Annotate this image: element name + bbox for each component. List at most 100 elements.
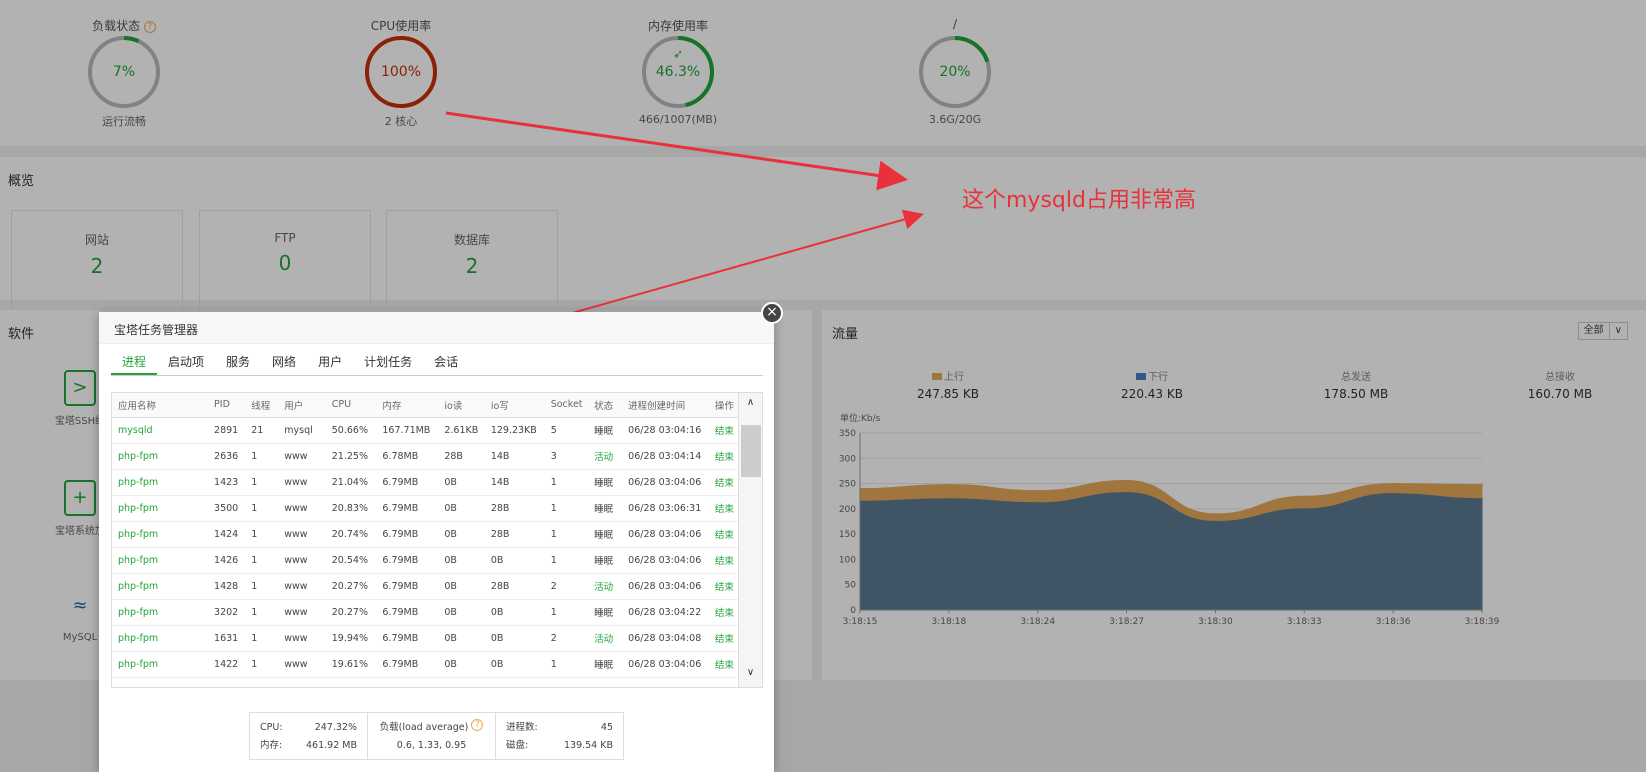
table-cell: www	[278, 521, 326, 548]
end-process-button[interactable]: 结束	[708, 547, 740, 574]
table-cell: 1422	[208, 651, 246, 678]
table-row[interactable]: php-fpm 3202 1 www 20.27% 6.79MB 0B 0B 1 睡眠 06/28 …	[112, 599, 740, 626]
table-cell: 21.25%	[325, 443, 377, 470]
tab-sessions[interactable]: 会话	[423, 346, 469, 375]
table-cell: 1631	[208, 625, 246, 652]
table-cell: 活动	[588, 573, 623, 600]
column-header[interactable]: io读	[438, 393, 485, 418]
table-row[interactable]: php-fpm 1428 1 www 20.27% 6.79MB 0B 28B 2 活动 06/28…	[112, 573, 740, 600]
end-process-button[interactable]: 结束	[708, 651, 740, 678]
table-cell: 1	[245, 573, 279, 600]
table-cell: 1	[544, 651, 589, 678]
table-cell: 1	[245, 651, 279, 678]
dialog-title: 宝塔任务管理器	[99, 312, 774, 344]
end-process-button[interactable]: 结束	[708, 625, 740, 652]
table-cell: 28B	[438, 443, 485, 470]
table-row[interactable]: php-fpm 1424 1 www 20.74% 6.79MB 0B 28B 1 睡眠 06/28…	[112, 521, 740, 548]
end-process-button[interactable]: 结束	[708, 469, 740, 496]
tab-startup[interactable]: 启动项	[157, 346, 215, 375]
tab-users[interactable]: 用户	[307, 346, 353, 375]
process-name[interactable]: mysqld	[112, 417, 209, 444]
column-header[interactable]: CPU	[325, 393, 377, 418]
table-cell: 6.79MB	[376, 651, 439, 678]
table-cell: 活动	[588, 625, 623, 652]
table-scrollbar[interactable]: ∧ ∨	[738, 393, 762, 687]
table-cell: 06/28 03:04:06	[622, 573, 709, 600]
end-process-button[interactable]: 结束	[708, 443, 740, 470]
end-process-button[interactable]: 结束	[708, 599, 740, 626]
column-header[interactable]: PID	[208, 393, 246, 418]
end-process-button[interactable]: 结束	[708, 521, 740, 548]
summary-disk-value: 139.54 KB	[563, 740, 613, 751]
table-cell: 6.79MB	[376, 599, 439, 626]
table-cell: 0B	[438, 625, 485, 652]
chevron-down-icon[interactable]: ∨	[739, 667, 762, 685]
column-header[interactable]: 操作	[708, 393, 740, 418]
table-row[interactable]: php-fpm 2636 1 www 21.25% 6.78MB 28B 14B 3 活动 06/2…	[112, 443, 740, 470]
end-process-button[interactable]: 结束	[708, 417, 740, 444]
summary-proc-label: 进程数:	[506, 722, 538, 733]
table-cell: 5	[544, 417, 589, 444]
table-cell: 50.66%	[325, 417, 377, 444]
process-name[interactable]: php-fpm	[112, 547, 209, 574]
table-cell: 06/28 03:04:14	[622, 443, 709, 470]
close-icon[interactable]: ×	[761, 302, 783, 324]
table-cell: 28B	[484, 521, 545, 548]
end-process-button[interactable]: 结束	[708, 573, 740, 600]
table-row[interactable]: php-fpm 1423 1 www 21.04% 6.79MB 0B 14B 1 睡眠 06/28…	[112, 469, 740, 496]
table-row[interactable]: mysqld 2891 21 mysql 50.66% 167.71MB 2.61KB 129…	[112, 417, 740, 444]
table-cell: 20.74%	[325, 521, 377, 548]
column-header[interactable]: 用户	[278, 393, 326, 418]
table-cell: 20.54%	[325, 547, 377, 574]
column-header[interactable]: 应用名称	[112, 393, 209, 418]
table-row[interactable]: php-fpm 1422 1 www 19.61% 6.79MB 0B 0B 1 睡眠 06/28 …	[112, 651, 740, 678]
tab-cron[interactable]: 计划任务	[353, 346, 423, 375]
process-name[interactable]: php-fpm	[112, 469, 209, 496]
process-name[interactable]: php-fpm	[112, 651, 209, 678]
table-cell: 2636	[208, 443, 246, 470]
process-name[interactable]: php-fpm	[112, 573, 209, 600]
chevron-up-icon[interactable]: ∧	[739, 397, 762, 415]
process-name[interactable]: php-fpm	[112, 443, 209, 470]
table-cell: 6.79MB	[376, 521, 439, 548]
summary-load-label: 负载(load average)	[379, 722, 469, 733]
process-name[interactable]: php-fpm	[112, 599, 209, 626]
tab-network[interactable]: 网络	[261, 346, 307, 375]
column-header[interactable]: 状态	[588, 393, 623, 418]
column-header[interactable]: io写	[484, 393, 545, 418]
table-cell: 21.04%	[325, 469, 377, 496]
table-cell: 1	[245, 547, 279, 574]
table-cell: 2	[544, 573, 589, 600]
process-name[interactable]: php-fpm	[112, 495, 209, 522]
table-cell: 0B	[438, 599, 485, 626]
column-header[interactable]: 线程	[245, 393, 279, 418]
table-cell: 06/28 03:04:06	[622, 547, 709, 574]
table-cell: 1	[544, 547, 589, 574]
table-cell: 0B	[438, 521, 485, 548]
scrollbar-thumb[interactable]	[741, 425, 761, 477]
table-cell: 0B	[484, 625, 545, 652]
table-cell: 2	[544, 625, 589, 652]
column-header[interactable]: 进程创建时间	[622, 393, 709, 418]
column-header[interactable]: 内存	[376, 393, 439, 418]
help-icon[interactable]: ?	[471, 719, 484, 731]
table-cell: 1	[544, 599, 589, 626]
tab-services[interactable]: 服务	[215, 346, 261, 375]
process-name[interactable]: php-fpm	[112, 521, 209, 548]
process-table-container: 应用名称 PID 线程 用户 CPU 内存 io读 io写 Socket 状态 进程创建时间 操作 m…	[111, 392, 763, 688]
resource-summary: CPU: 247.32% 内存: 461.92 MB 负载(load average…	[249, 712, 624, 760]
table-cell: 睡眠	[588, 469, 623, 496]
table-cell: 19.94%	[325, 625, 377, 652]
table-row[interactable]: php-fpm 1631 1 www 19.94% 6.79MB 0B 0B 2 活动 06/28 …	[112, 625, 740, 652]
annotation-arrow	[445, 111, 908, 191]
column-header[interactable]: Socket	[544, 393, 589, 418]
table-cell: 20.83%	[325, 495, 377, 522]
tab-processes[interactable]: 进程	[111, 346, 158, 375]
table-cell: 06/28 03:04:22	[622, 599, 709, 626]
end-process-button[interactable]: 结束	[708, 495, 740, 522]
table-row[interactable]: php-fpm 1426 1 www 20.54% 6.79MB 0B 0B 1 睡眠 06/28 …	[112, 547, 740, 574]
table-header-row: 应用名称 PID 线程 用户 CPU 内存 io读 io写 Socket 状态 进程创建时间 操作	[112, 393, 740, 418]
table-row[interactable]: php-fpm 3500 1 www 20.83% 6.79MB 0B 28B 1 睡眠 06/28…	[112, 495, 740, 522]
table-cell: 3500	[208, 495, 246, 522]
process-name[interactable]: php-fpm	[112, 625, 209, 652]
